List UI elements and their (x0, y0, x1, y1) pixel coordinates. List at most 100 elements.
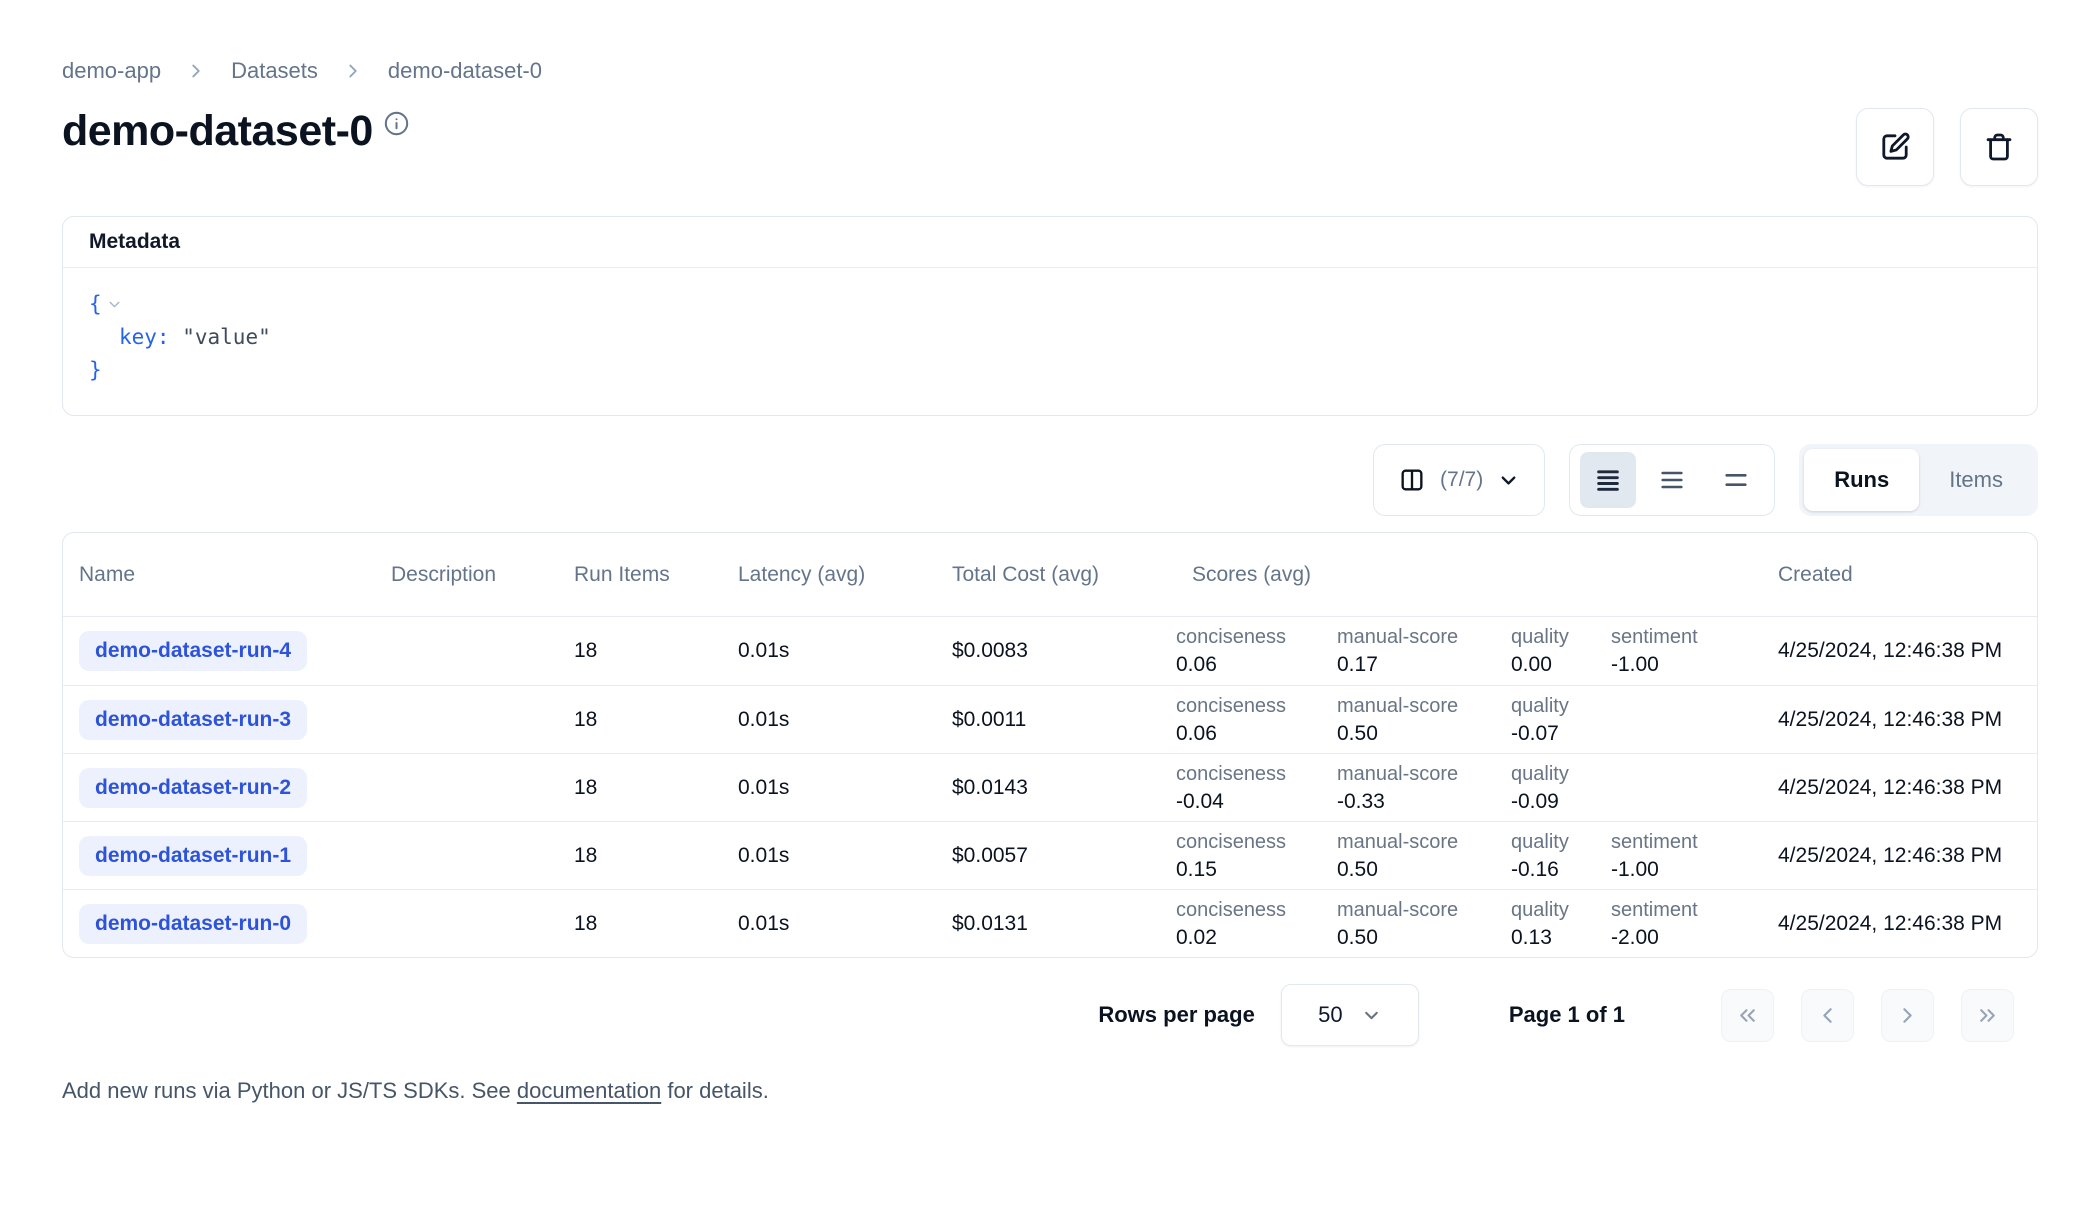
rows-medium-icon (1658, 466, 1686, 494)
run-link[interactable]: demo-dataset-run-4 (79, 631, 307, 671)
score-label: manual-score (1337, 761, 1511, 788)
column-header-scores: Scores (avg) (1176, 563, 1762, 587)
run-items-count: 18 (558, 844, 722, 868)
next-page-button[interactable] (1881, 989, 1934, 1042)
tab-runs[interactable]: Runs (1804, 449, 1919, 511)
run-total-cost: $0.0011 (936, 708, 1176, 732)
chevron-right-icon (342, 60, 364, 82)
score-label: sentiment (1611, 829, 1737, 856)
breadcrumb: demo-app Datasets demo-dataset-0 (62, 58, 2038, 84)
run-total-cost: $0.0083 (936, 639, 1176, 663)
first-page-button[interactable] (1721, 989, 1774, 1042)
column-header-latency: Latency (avg) (722, 563, 936, 587)
run-created-timestamp: 4/25/2024, 12:46:38 PM (1762, 844, 2038, 868)
column-header-name: Name (63, 563, 375, 587)
edit-dataset-button[interactable] (1856, 108, 1934, 186)
score-value: 0.00 (1511, 651, 1611, 678)
title-actions (1856, 108, 2038, 186)
json-open-brace: { (89, 288, 102, 321)
score-label: sentiment (1611, 624, 1737, 651)
pagination-nav (1721, 989, 2014, 1042)
run-scores: conciseness0.15 manual-score0.50 quality… (1176, 829, 1762, 883)
column-header-run-items: Run Items (558, 563, 722, 587)
table-row: demo-dataset-run-4 18 0.01s $0.0083 conc… (63, 617, 2037, 685)
chevron-down-icon[interactable] (106, 296, 123, 313)
run-link[interactable]: demo-dataset-run-0 (79, 904, 307, 944)
column-visibility-button[interactable]: (7/7) (1373, 444, 1545, 516)
breadcrumb-item-current-dataset[interactable]: demo-dataset-0 (388, 58, 542, 84)
sdk-hint-before: Add new runs via Python or JS/TS SDKs. S… (62, 1078, 517, 1103)
table-row: demo-dataset-run-2 18 0.01s $0.0143 conc… (63, 753, 2037, 821)
run-total-cost: $0.0131 (936, 912, 1176, 936)
rows-per-page-label: Rows per page (1098, 1002, 1254, 1028)
row-height-toggle-group (1569, 444, 1775, 516)
row-height-medium-button[interactable] (1644, 452, 1700, 508)
row-height-dense-button[interactable] (1580, 452, 1636, 508)
page-size-value: 50 (1318, 1002, 1342, 1028)
score-value: -0.16 (1511, 856, 1611, 883)
run-link[interactable]: demo-dataset-run-2 (79, 768, 307, 808)
score-label: conciseness (1176, 693, 1337, 720)
rows-loose-icon (1722, 466, 1750, 494)
page-size-select[interactable]: 50 (1281, 984, 1419, 1046)
chevrons-right-icon (1975, 1003, 2000, 1028)
run-latency: 0.01s (722, 639, 936, 663)
sdk-hint-after: for details. (661, 1078, 769, 1103)
run-created-timestamp: 4/25/2024, 12:46:38 PM (1762, 639, 2038, 663)
score-value: -0.04 (1176, 788, 1337, 815)
score-value: 0.15 (1176, 856, 1337, 883)
previous-page-button[interactable] (1801, 989, 1854, 1042)
json-close-brace: } (89, 354, 102, 387)
score-label: manual-score (1337, 693, 1511, 720)
run-latency: 0.01s (722, 776, 936, 800)
last-page-button[interactable] (1961, 989, 2014, 1042)
documentation-link[interactable]: documentation (517, 1078, 661, 1103)
score-value: 0.17 (1337, 651, 1511, 678)
rows-dense-icon (1594, 466, 1622, 494)
breadcrumb-item-datasets[interactable]: Datasets (231, 58, 318, 84)
page-indicator: Page 1 of 1 (1509, 1002, 1625, 1028)
run-link[interactable]: demo-dataset-run-1 (79, 836, 307, 876)
score-label: conciseness (1176, 761, 1337, 788)
row-height-loose-button[interactable] (1708, 452, 1764, 508)
score-value: -2.00 (1611, 924, 1737, 951)
run-total-cost: $0.0057 (936, 844, 1176, 868)
tab-items[interactable]: Items (1919, 449, 2033, 511)
edit-icon (1879, 131, 1911, 163)
trash-icon (1983, 131, 2015, 163)
table-row: demo-dataset-run-1 18 0.01s $0.0057 conc… (63, 821, 2037, 889)
metadata-panel-title: Metadata (63, 217, 2037, 268)
score-value: 0.02 (1176, 924, 1337, 951)
breadcrumb-item-project[interactable]: demo-app (62, 58, 161, 84)
run-scores: conciseness-0.04 manual-score-0.33 quali… (1176, 761, 1762, 815)
table-row: demo-dataset-run-3 18 0.01s $0.0011 conc… (63, 685, 2037, 753)
delete-dataset-button[interactable] (1960, 108, 2038, 186)
column-visibility-count: (7/7) (1440, 468, 1483, 492)
column-header-total-cost: Total Cost (avg) (936, 563, 1176, 587)
score-value: 0.13 (1511, 924, 1611, 951)
runs-table: Name Description Run Items Latency (avg)… (62, 532, 2038, 958)
pagination-bar: Rows per page 50 Page 1 of 1 (62, 984, 2038, 1046)
score-value: 0.06 (1176, 651, 1337, 678)
table-row: demo-dataset-run-0 18 0.01s $0.0131 conc… (63, 889, 2037, 957)
metadata-panel: Metadata { key: "value" } (62, 216, 2038, 416)
table-header-row: Name Description Run Items Latency (avg)… (63, 533, 2037, 617)
info-icon[interactable] (383, 110, 410, 137)
chevron-right-icon (1895, 1003, 1920, 1028)
run-items-count: 18 (558, 639, 722, 663)
title-row: demo-dataset-0 (62, 108, 2038, 186)
chevron-right-icon (185, 60, 207, 82)
score-label: manual-score (1337, 829, 1511, 856)
score-value: -1.00 (1611, 651, 1737, 678)
run-link[interactable]: demo-dataset-run-3 (79, 700, 307, 740)
score-value: 0.06 (1176, 720, 1337, 747)
run-latency: 0.01s (722, 912, 936, 936)
score-value: -0.33 (1337, 788, 1511, 815)
run-items-count: 18 (558, 776, 722, 800)
run-scores: conciseness0.02 manual-score0.50 quality… (1176, 897, 1762, 951)
score-label: conciseness (1176, 829, 1337, 856)
score-value: 0.50 (1337, 856, 1511, 883)
dataset-runs-page: demo-app Datasets demo-dataset-0 demo-da… (0, 58, 2100, 1104)
score-label: conciseness (1176, 897, 1337, 924)
page-title: demo-dataset-0 (62, 108, 373, 155)
